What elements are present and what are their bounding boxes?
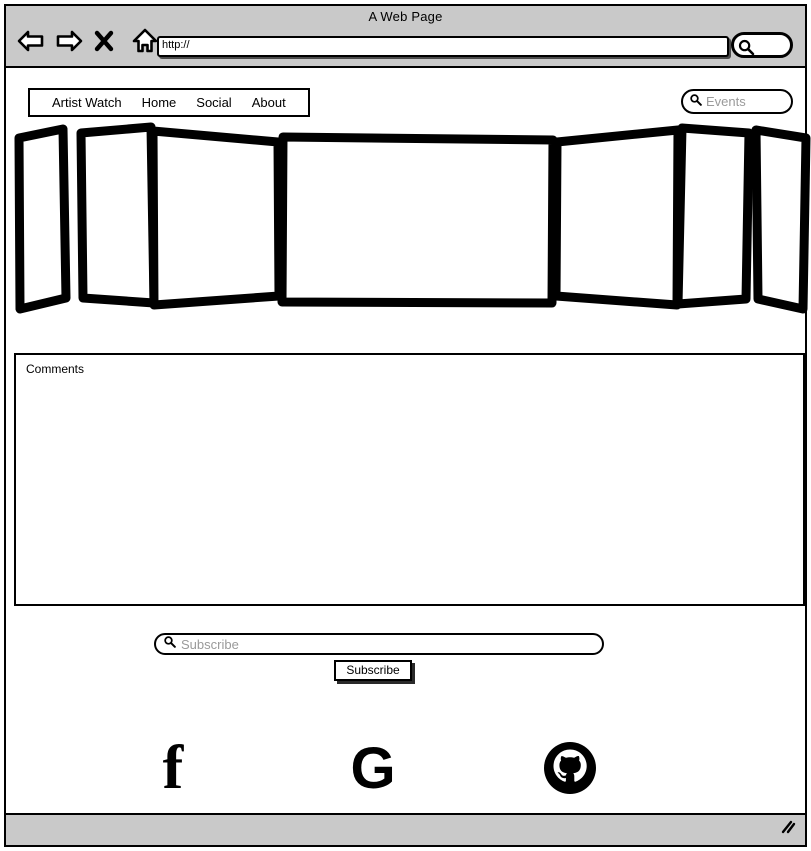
nav-item-home[interactable]: Home bbox=[132, 95, 187, 110]
svg-text:f: f bbox=[163, 738, 185, 800]
facebook-icon[interactable]: f bbox=[151, 734, 195, 805]
google-icon[interactable]: G bbox=[345, 736, 401, 805]
carousel-panel-4 bbox=[551, 125, 683, 310]
subscribe-placeholder: Subscribe bbox=[181, 636, 239, 652]
page-content: Artist Watch Home Social About Events Co… bbox=[6, 68, 811, 815]
browser-window: A Web Page http:// Artist Watch Home Soc… bbox=[4, 4, 811, 847]
carousel-panel-0 bbox=[14, 124, 71, 314]
events-search-placeholder: Events bbox=[706, 94, 746, 109]
status-bar bbox=[6, 813, 805, 845]
social-links-row: f G bbox=[6, 734, 811, 808]
home-icon[interactable] bbox=[130, 26, 160, 56]
wireframe-page: A Web Page http:// Artist Watch Home Soc… bbox=[0, 0, 811, 851]
svg-text:G: G bbox=[350, 738, 395, 800]
carousel-panel-3 bbox=[277, 132, 558, 308]
browser-nav-buttons bbox=[16, 26, 160, 56]
comments-label: Comments bbox=[26, 362, 85, 376]
close-x-icon[interactable] bbox=[92, 26, 122, 56]
cover-flow-carousel[interactable] bbox=[6, 113, 811, 323]
events-search-input[interactable]: Events bbox=[681, 89, 793, 114]
resize-grip-icon[interactable] bbox=[779, 820, 797, 839]
search-icon bbox=[689, 93, 702, 111]
browser-toolbar: A Web Page http:// bbox=[6, 6, 805, 68]
search-icon bbox=[163, 635, 176, 653]
carousel-panel-5 bbox=[673, 123, 754, 309]
carousel-panel-1 bbox=[76, 122, 159, 308]
back-arrow-icon[interactable] bbox=[16, 26, 46, 56]
nav-item-social[interactable]: Social bbox=[186, 95, 241, 110]
carousel-panel-2 bbox=[148, 126, 284, 310]
address-bar[interactable] bbox=[157, 36, 729, 57]
address-bar-container: http:// bbox=[157, 36, 729, 57]
browser-search-box[interactable] bbox=[731, 32, 793, 58]
window-title: A Web Page bbox=[368, 9, 443, 24]
comments-textarea[interactable]: Comments bbox=[14, 353, 805, 606]
address-bar-value: http:// bbox=[162, 39, 190, 51]
forward-arrow-icon[interactable] bbox=[54, 26, 84, 56]
search-icon bbox=[737, 38, 755, 61]
github-icon[interactable] bbox=[542, 738, 598, 805]
subscribe-button[interactable]: Subscribe bbox=[334, 660, 412, 681]
subscribe-input[interactable]: Subscribe bbox=[154, 633, 604, 655]
carousel-panel-6 bbox=[751, 125, 811, 314]
nav-item-about[interactable]: About bbox=[242, 95, 296, 110]
nav-item-artist-watch[interactable]: Artist Watch bbox=[42, 95, 132, 110]
